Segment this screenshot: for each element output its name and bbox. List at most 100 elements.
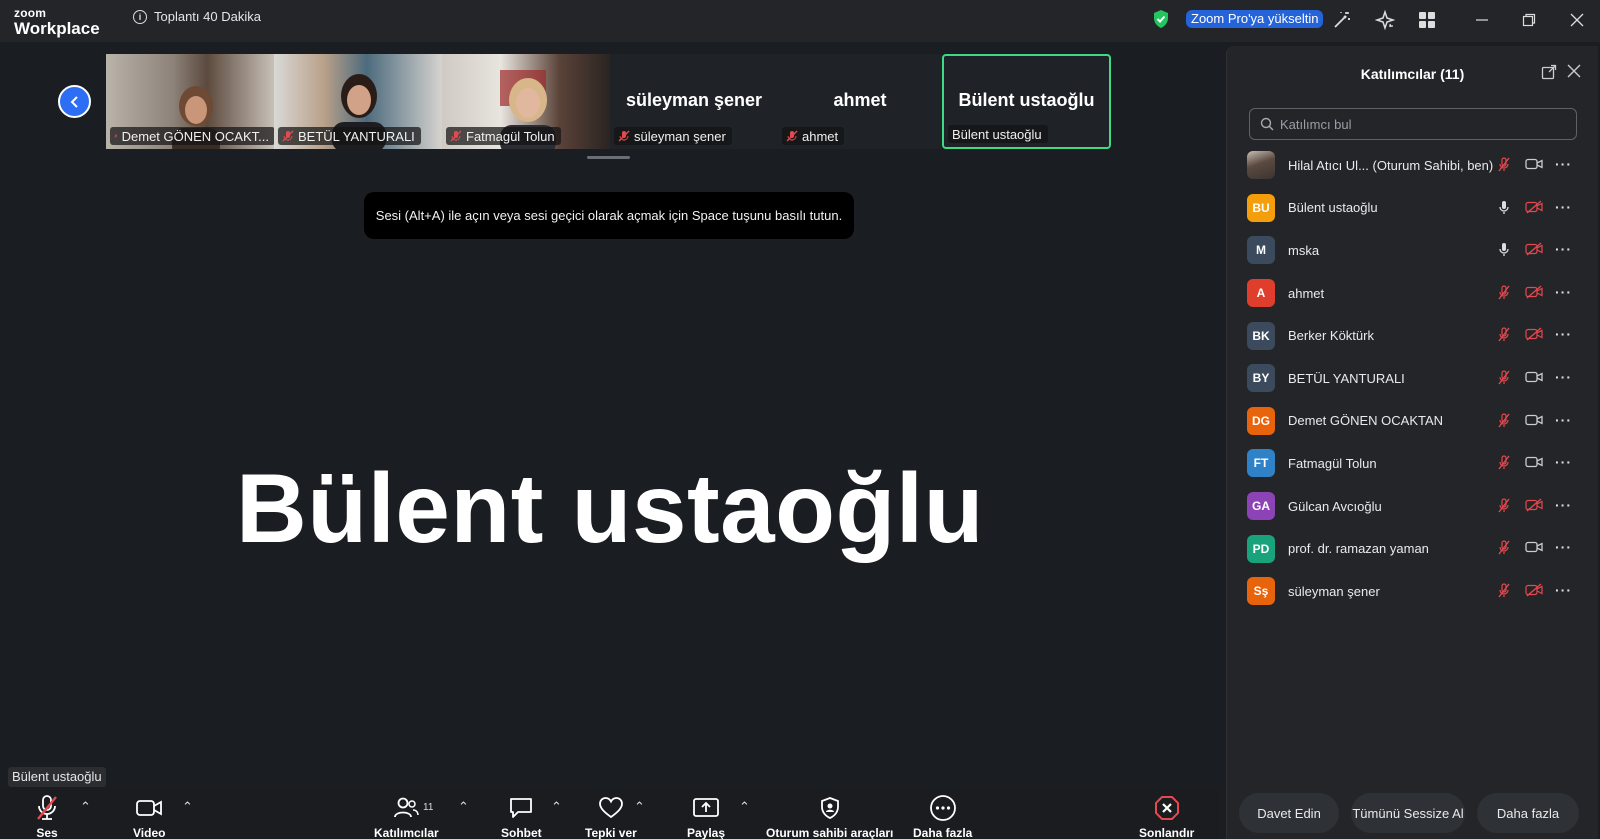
participant-more-icon[interactable]: ···	[1555, 454, 1572, 470]
participant-name: Hilal Atıcı Ul...	[1288, 157, 1369, 173]
participant-search[interactable]	[1249, 108, 1577, 140]
camera-off-icon[interactable]	[1525, 583, 1543, 602]
name-tile[interactable]: ahmet ahmet	[778, 54, 942, 149]
mic-on-icon[interactable]	[1497, 242, 1511, 263]
participants-label: Katılımcılar	[374, 826, 439, 839]
participant-name-wrap: Berker Köktürk	[1288, 328, 1374, 343]
video-tile[interactable]: Fatmagül Tolun	[442, 54, 610, 149]
more-button[interactable]: Daha fazla	[913, 794, 972, 839]
participant-name: BETÜL YANTURALI	[1288, 370, 1405, 386]
close-panel-icon[interactable]	[1567, 64, 1581, 83]
participant-row[interactable]: Hilal Atıcı Ul... (Oturum Sahibi, ben) ··…	[1227, 144, 1599, 187]
camera-on-icon[interactable]	[1525, 413, 1543, 432]
mic-muted-icon	[786, 130, 798, 142]
share-options-caret-icon[interactable]: ⌃	[739, 799, 750, 815]
participant-row[interactable]: FT Fatmagül Tolun ···	[1227, 442, 1599, 485]
filmstrip-scroll-indicator[interactable]	[587, 156, 630, 159]
participant-row[interactable]: BU Bülent ustaoğlu ···	[1227, 187, 1599, 230]
video-button[interactable]: Video	[133, 794, 165, 839]
participants-options-caret-icon[interactable]: ⌃	[458, 799, 469, 815]
participants-icon	[393, 794, 420, 822]
audio-options-caret-icon[interactable]: ⌃	[80, 799, 91, 815]
participant-avatar: Sş	[1247, 577, 1275, 606]
participant-more-icon[interactable]: ···	[1555, 284, 1572, 300]
participant-more-icon[interactable]: ···	[1555, 582, 1572, 598]
panel-more-button[interactable]: Daha fazla	[1477, 793, 1579, 833]
participant-more-icon[interactable]: ···	[1555, 156, 1572, 172]
active-speaker-name: Bülent ustaoğlu	[236, 453, 984, 563]
participant-row[interactable]: DG Demet GÖNEN OCAKTAN ···	[1227, 400, 1599, 443]
video-options-caret-icon[interactable]: ⌃	[182, 799, 193, 815]
mic-muted-icon[interactable]	[1497, 327, 1511, 348]
participants-button[interactable]: Katılımcılar	[374, 794, 439, 839]
mic-muted-icon[interactable]	[1497, 370, 1511, 391]
name-tile[interactable]: süleyman şener süleyman şener	[610, 54, 778, 149]
participant-more-icon[interactable]: ···	[1555, 241, 1572, 257]
react-options-caret-icon[interactable]: ⌃	[634, 799, 645, 815]
participant-name: Gülcan Avcıoğlu	[1288, 498, 1382, 514]
video-tile-name-tag: ahmet	[782, 127, 845, 145]
host-tools-label: Oturum sahibi araçları	[766, 826, 894, 839]
mic-on-icon[interactable]	[1497, 200, 1511, 221]
participant-more-icon[interactable]: ···	[1555, 199, 1572, 215]
participant-row[interactable]: Aahmet ···	[1227, 272, 1599, 315]
mute-all-button[interactable]: Tümünü Sessize Al	[1351, 793, 1465, 833]
invite-button[interactable]: Davet Edin	[1239, 793, 1339, 833]
mic-muted-icon[interactable]	[1497, 285, 1511, 306]
participant-avatar: BU	[1247, 193, 1275, 222]
participant-row[interactable]: Mmska ···	[1227, 229, 1599, 272]
mic-muted-icon[interactable]	[1497, 498, 1511, 519]
participant-row[interactable]: PD prof. dr. ramazan yaman ···	[1227, 527, 1599, 570]
ai-sparkle-icon[interactable]	[1373, 8, 1397, 32]
active-speaker-tile[interactable]: Bülent ustaoğlu Bülent ustaoğlu	[942, 54, 1111, 149]
camera-on-icon[interactable]	[1525, 540, 1543, 559]
camera-on-icon[interactable]	[1525, 157, 1543, 176]
apps-grid-icon[interactable]	[1415, 8, 1439, 32]
video-tile[interactable]: BETÜL YANTURALI	[274, 54, 442, 149]
upgrade-button[interactable]: Zoom Pro'ya yükseltin	[1186, 10, 1324, 28]
participant-row[interactable]: BY BETÜL YANTURALI ···	[1227, 357, 1599, 400]
chat-button[interactable]: Sohbet	[501, 794, 542, 839]
participant-row[interactable]: GA Gülcan Avcıoğlu ···	[1227, 485, 1599, 528]
participant-row[interactable]: Sş süleyman şener ···	[1227, 570, 1599, 613]
mic-muted-icon[interactable]	[1497, 157, 1511, 178]
close-window-icon[interactable]	[1562, 8, 1592, 32]
share-screen-icon	[692, 794, 720, 822]
video-tile[interactable]: Demet GÖNEN OCAKT...	[106, 54, 274, 149]
filmstrip-back-button[interactable]	[58, 85, 91, 118]
share-button[interactable]: Paylaş	[687, 794, 725, 839]
info-icon[interactable]: i	[133, 9, 147, 24]
participant-more-icon[interactable]: ···	[1555, 369, 1572, 385]
camera-off-icon[interactable]	[1525, 285, 1543, 304]
camera-off-icon[interactable]	[1525, 327, 1543, 346]
security-shield-icon[interactable]	[1152, 9, 1170, 34]
participant-more-icon[interactable]: ···	[1555, 497, 1572, 513]
host-tools-button[interactable]: Oturum sahibi araçları	[766, 794, 893, 839]
participant-more-icon[interactable]: ···	[1555, 326, 1572, 342]
restore-icon[interactable]	[1514, 8, 1544, 32]
camera-on-icon[interactable]	[1525, 455, 1543, 474]
mic-muted-icon[interactable]	[1497, 540, 1511, 561]
mic-muted-icon[interactable]	[1497, 455, 1511, 476]
magic-wand-icon[interactable]	[1330, 8, 1354, 32]
camera-off-icon[interactable]	[1525, 498, 1543, 517]
participant-more-icon[interactable]: ···	[1555, 539, 1572, 555]
meeting-info[interactable]: i Toplantı 40 Dakika	[133, 9, 261, 24]
camera-off-icon[interactable]	[1525, 200, 1543, 219]
minimize-icon[interactable]	[1467, 8, 1497, 32]
participant-more-icon[interactable]: ···	[1555, 412, 1572, 428]
end-meeting-button[interactable]: Sonlandır	[1139, 794, 1194, 839]
mic-muted-icon	[34, 794, 60, 822]
participant-row[interactable]: BK Berker Köktürk ···	[1227, 314, 1599, 357]
camera-off-icon[interactable]	[1525, 242, 1543, 261]
react-button[interactable]: Tepki ver	[585, 794, 637, 839]
meeting-timer-text: Toplantı 40 Dakika	[154, 9, 261, 24]
mic-muted-icon[interactable]	[1497, 412, 1511, 434]
camera-on-icon[interactable]	[1525, 370, 1543, 389]
audio-button[interactable]: Ses	[34, 794, 60, 839]
chat-options-caret-icon[interactable]: ⌃	[551, 799, 562, 815]
participant-search-input[interactable]	[1280, 116, 1570, 132]
mic-muted-icon[interactable]	[1497, 583, 1511, 604]
chevron-left-icon	[70, 95, 78, 108]
pop-out-icon[interactable]	[1541, 64, 1557, 85]
